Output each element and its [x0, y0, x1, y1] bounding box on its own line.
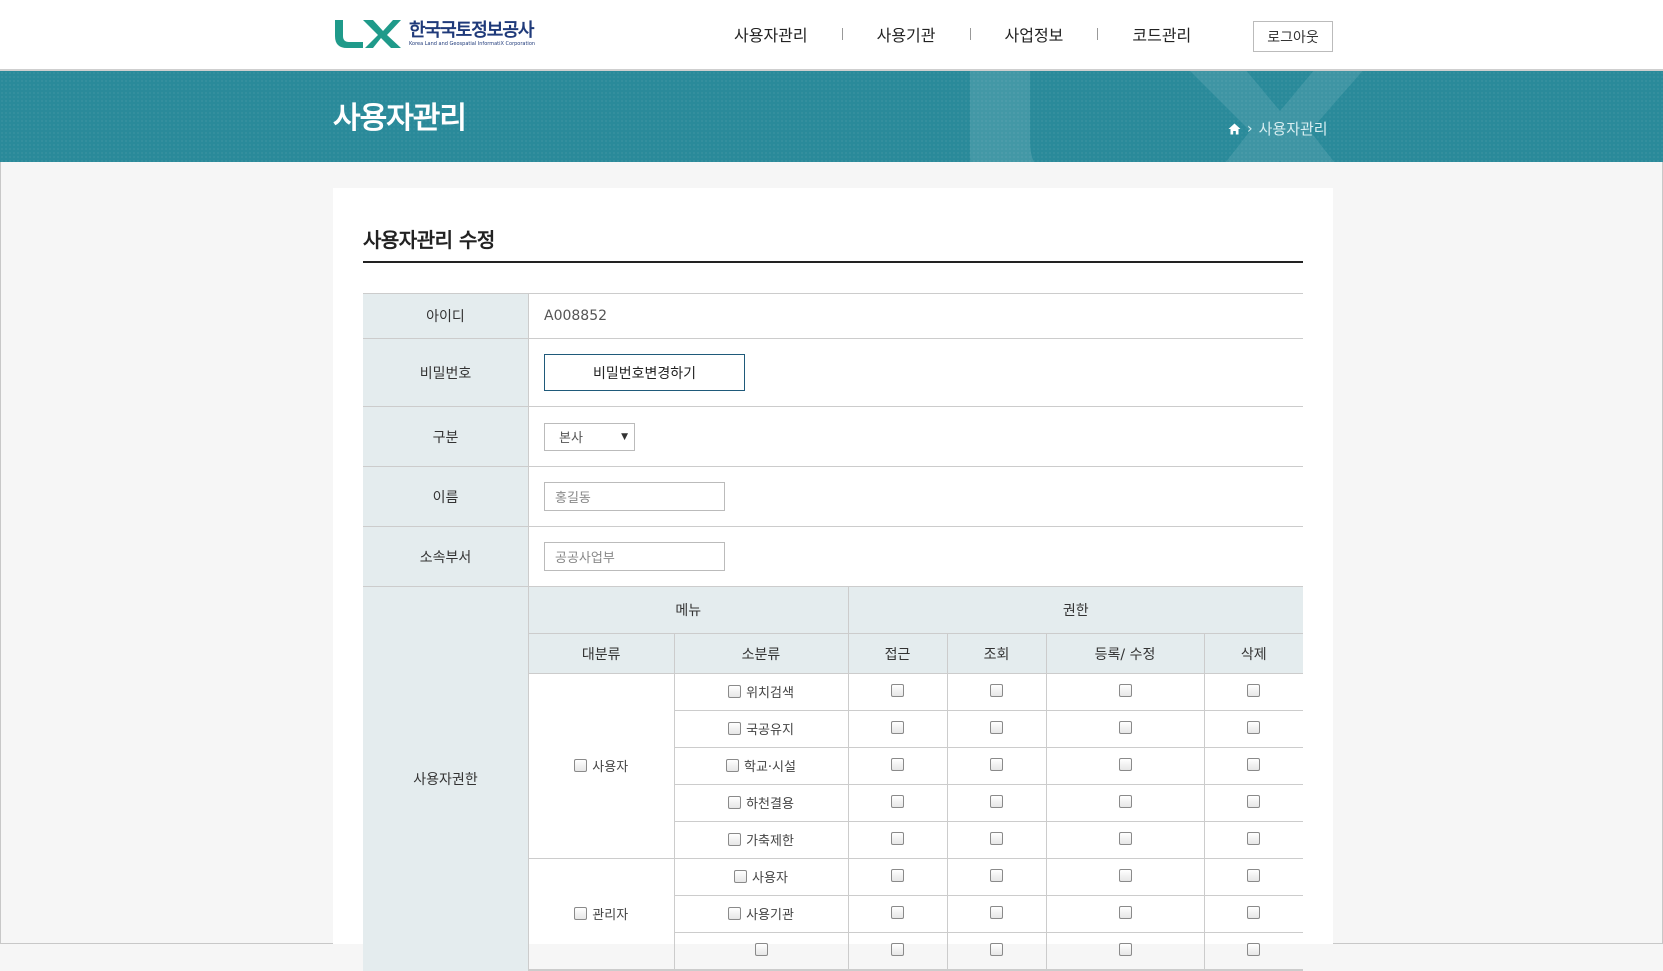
register-edit-checkbox[interactable] — [1118, 721, 1132, 734]
access-checkbox[interactable] — [891, 795, 904, 808]
breadcrumb-current[interactable]: 사용자관리 — [1259, 118, 1328, 139]
access-checkbox[interactable] — [891, 721, 904, 734]
delete-checkbox[interactable] — [1247, 795, 1261, 808]
group-checkbox[interactable] — [574, 907, 588, 920]
view-checkbox[interactable] — [990, 721, 1003, 734]
table-row: 관리자 사용자 — [529, 858, 1303, 970]
title-divider — [363, 261, 1303, 263]
item-checkbox[interactable] — [726, 759, 739, 772]
type-label: 구분 — [363, 406, 529, 467]
top-header: 한국국토정보공사 Korea Land and Geospatial Infor… — [0, 0, 1663, 71]
access-checkbox[interactable] — [891, 943, 904, 956]
lx-logo-mark-icon — [335, 20, 401, 48]
item-label: 국공유지 — [746, 723, 794, 738]
item-checkbox[interactable] — [728, 722, 742, 735]
item-label: 학교·시설 — [744, 760, 796, 775]
col-delete: 삭제 — [1204, 633, 1303, 674]
register-edit-checkbox[interactable] — [1118, 758, 1132, 771]
name-input[interactable]: 홍길동 — [544, 482, 725, 511]
lx-watermark-icon — [970, 71, 1363, 162]
home-icon[interactable] — [1228, 123, 1241, 135]
change-password-button[interactable]: 비밀번호변경하기 — [544, 354, 745, 391]
delete-checkbox[interactable] — [1247, 758, 1261, 771]
delete-checkbox[interactable] — [1247, 721, 1261, 734]
permissions-label: 사용자권한 — [363, 586, 529, 971]
page-banner: 사용자관리 › 사용자관리 — [0, 71, 1663, 162]
access-checkbox[interactable] — [891, 832, 904, 845]
item-checkbox[interactable] — [728, 685, 742, 698]
view-checkbox[interactable] — [990, 943, 1003, 956]
col-minor-category: 소분류 — [674, 633, 849, 674]
register-edit-checkbox[interactable] — [1118, 943, 1132, 956]
id-label: 아이디 — [363, 293, 529, 339]
nav-organizations[interactable]: 사용기관 — [843, 22, 970, 46]
password-label: 비밀번호 — [363, 338, 529, 407]
page-title: 사용자관리 — [333, 101, 467, 136]
access-checkbox[interactable] — [891, 906, 904, 919]
edit-panel: 사용자관리 수정 아이디 A008852 비밀번호 비밀번호변경하기 구분 본사… — [333, 188, 1333, 971]
user-edit-form: 아이디 A008852 비밀번호 비밀번호변경하기 구분 본사 ▼ 이름 홍길동 — [363, 293, 1303, 971]
item-label: 하천결용 — [746, 797, 794, 812]
department-input[interactable]: 공공사업부 — [544, 542, 725, 571]
delete-checkbox[interactable] — [1247, 832, 1261, 845]
nav-business-info[interactable]: 사업정보 — [971, 22, 1098, 46]
dropdown-arrow-icon: ▼ — [621, 431, 628, 442]
chevron-right-icon: › — [1247, 120, 1253, 137]
register-edit-checkbox[interactable] — [1118, 832, 1132, 845]
group-checkbox[interactable] — [574, 759, 588, 772]
register-edit-checkbox[interactable] — [1118, 684, 1132, 697]
delete-checkbox[interactable] — [1247, 869, 1261, 882]
register-edit-checkbox[interactable] — [1118, 795, 1132, 808]
permissions-table: 메뉴 권한 대분류 소분류 접근 조회 등록/ 수정 삭제 사용자 위치검색 국… — [529, 587, 1303, 970]
item-checkbox[interactable] — [754, 942, 768, 956]
logout-button[interactable]: 로그아웃 — [1253, 21, 1333, 52]
item-checkbox[interactable] — [734, 870, 748, 883]
nav-user-management[interactable]: 사용자관리 — [700, 22, 842, 46]
type-select[interactable]: 본사 ▼ — [544, 422, 635, 451]
item-label: 위치검색 — [746, 686, 794, 701]
type-select-value: 본사 — [559, 431, 583, 446]
authority-header: 권한 — [848, 587, 1303, 634]
lx-logo[interactable]: 한국국토정보공사 Korea Land and Geospatial Infor… — [333, 16, 535, 52]
delete-checkbox[interactable] — [1247, 943, 1261, 956]
name-label: 이름 — [363, 466, 529, 527]
id-value: A008852 — [528, 293, 1303, 339]
col-register-edit: 등록/ 수정 — [1046, 633, 1205, 674]
group-cell: 관리자 — [529, 858, 675, 970]
view-checkbox[interactable] — [990, 795, 1003, 808]
logo-korean-text: 한국국토정보공사 — [409, 19, 534, 41]
view-checkbox[interactable] — [990, 869, 1003, 882]
menu-header: 메뉴 — [529, 587, 849, 634]
table-row: 사용자 위치검색 — [529, 673, 1303, 859]
item-label: 사용기관 — [746, 908, 794, 923]
view-checkbox[interactable] — [990, 684, 1003, 697]
register-edit-checkbox[interactable] — [1118, 869, 1132, 882]
access-checkbox[interactable] — [891, 684, 904, 697]
item-checkbox[interactable] — [728, 796, 742, 809]
group-cell: 사용자 — [529, 673, 675, 859]
col-access: 접근 — [848, 633, 948, 674]
col-major-category: 대분류 — [529, 633, 675, 674]
group-label: 관리자 — [592, 908, 629, 923]
breadcrumb: › 사용자관리 — [1228, 118, 1328, 139]
main-nav: 사용자관리 사용기관 사업정보 코드관리 — [700, 22, 1225, 46]
group-label: 사용자 — [592, 760, 629, 775]
department-label: 소속부서 — [363, 526, 529, 587]
item-label: 가축제한 — [746, 834, 794, 849]
item-checkbox[interactable] — [728, 907, 742, 920]
panel-title: 사용자관리 수정 — [363, 228, 495, 252]
nav-code-management[interactable]: 코드관리 — [1098, 22, 1225, 46]
access-checkbox[interactable] — [891, 758, 904, 771]
delete-checkbox[interactable] — [1247, 906, 1261, 919]
view-checkbox[interactable] — [990, 906, 1003, 919]
item-label: 사용자 — [752, 871, 788, 886]
view-checkbox[interactable] — [990, 832, 1003, 845]
logo-english-text: Korea Land and Geospatial InformatiX Cor… — [409, 40, 536, 47]
col-view: 조회 — [947, 633, 1047, 674]
view-checkbox[interactable] — [990, 758, 1003, 771]
item-checkbox[interactable] — [728, 833, 742, 846]
register-edit-checkbox[interactable] — [1118, 906, 1132, 919]
access-checkbox[interactable] — [891, 869, 904, 882]
delete-checkbox[interactable] — [1247, 684, 1261, 697]
